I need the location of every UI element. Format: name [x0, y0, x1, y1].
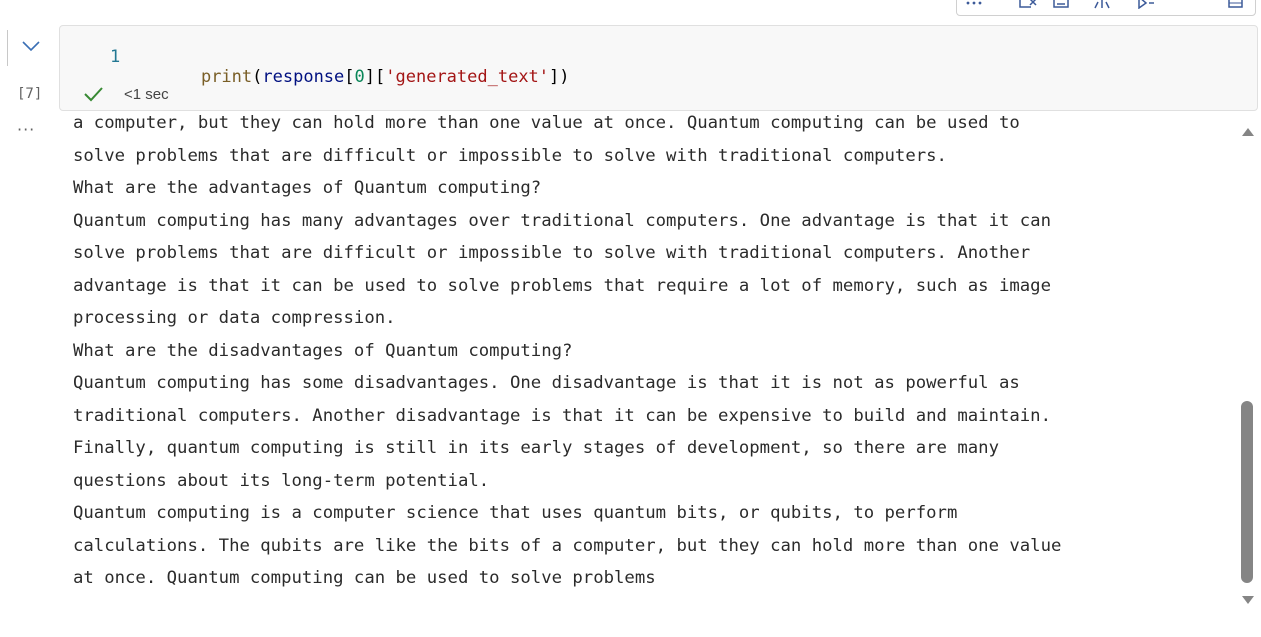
code-token-string: 'generated_text' — [385, 67, 550, 87]
ellipsis-icon[interactable]: ··· — [17, 120, 35, 139]
output-line: questions about its long-term potential. — [73, 470, 490, 491]
output-line: processing or data compression. — [73, 308, 396, 328]
execution-count: [7] — [17, 86, 43, 102]
grid-icon[interactable] — [1227, 0, 1245, 9]
line-number: 1 — [110, 47, 121, 67]
save-icon[interactable] — [1053, 0, 1071, 9]
output-line: at once. Quantum computing can be used t… — [73, 568, 656, 588]
output-line: Quantum computing has many advantages ov… — [73, 210, 1051, 231]
execution-time: <1 sec — [124, 85, 169, 103]
chevron-down-icon[interactable] — [20, 38, 42, 54]
check-icon — [82, 85, 104, 103]
output-line: Finally, quantum computing is still in i… — [73, 438, 999, 458]
scroll-down-arrow-icon[interactable] — [1241, 594, 1255, 606]
output-line: What are the advantages of Quantum compu… — [73, 178, 542, 198]
output-line: What are the disadvantages of Quantum co… — [73, 340, 573, 361]
code-token-function: print — [200, 67, 253, 87]
cell-output: a computer, but they can hold more than … — [60, 112, 1230, 632]
output-line: solve problems that are difficult or imp… — [73, 243, 1031, 263]
code-token-variable: response — [262, 67, 345, 87]
scroll-up-arrow-icon[interactable] — [1241, 124, 1255, 136]
split-icon[interactable] — [1093, 0, 1111, 9]
cell-focus-bar — [7, 30, 8, 66]
output-line: calculations. The qubits are like the bi… — [73, 535, 1062, 556]
code-token-punctuation: ][ — [364, 67, 386, 87]
scrollbar-thumb[interactable] — [1241, 401, 1253, 583]
output-line: solve problems that are difficult or imp… — [73, 145, 947, 166]
cell-toolbar — [956, 0, 1256, 16]
output-line: Quantum computing is a computer science … — [73, 503, 958, 523]
execution-status: <1 sec — [82, 84, 169, 104]
output-text: a computer, but they can hold more than … — [73, 112, 1061, 595]
output-line: a computer, but they can hold more than … — [73, 113, 1020, 133]
output-scrollbar[interactable] — [1238, 118, 1258, 614]
code-cell[interactable]: 1 print(response[0]['generated_text']) <… — [59, 25, 1258, 111]
output-line: advantage is that it can be used to solv… — [73, 275, 1051, 296]
code-token-number: 0 — [354, 67, 365, 87]
code-line[interactable]: print(response[0]['generated_text']) — [160, 47, 570, 107]
output-line: Quantum computing has some disadvantages… — [73, 373, 1020, 393]
more-icon[interactable] — [965, 0, 983, 9]
run-icon[interactable] — [1137, 0, 1155, 9]
clear-output-icon[interactable] — [1019, 0, 1037, 9]
code-token-punctuation: ( — [252, 67, 263, 87]
output-line: traditional computers. Another disadvant… — [73, 405, 1051, 426]
code-token-punctuation: [ — [344, 67, 355, 87]
code-token-punctuation: ]) — [549, 67, 570, 87]
